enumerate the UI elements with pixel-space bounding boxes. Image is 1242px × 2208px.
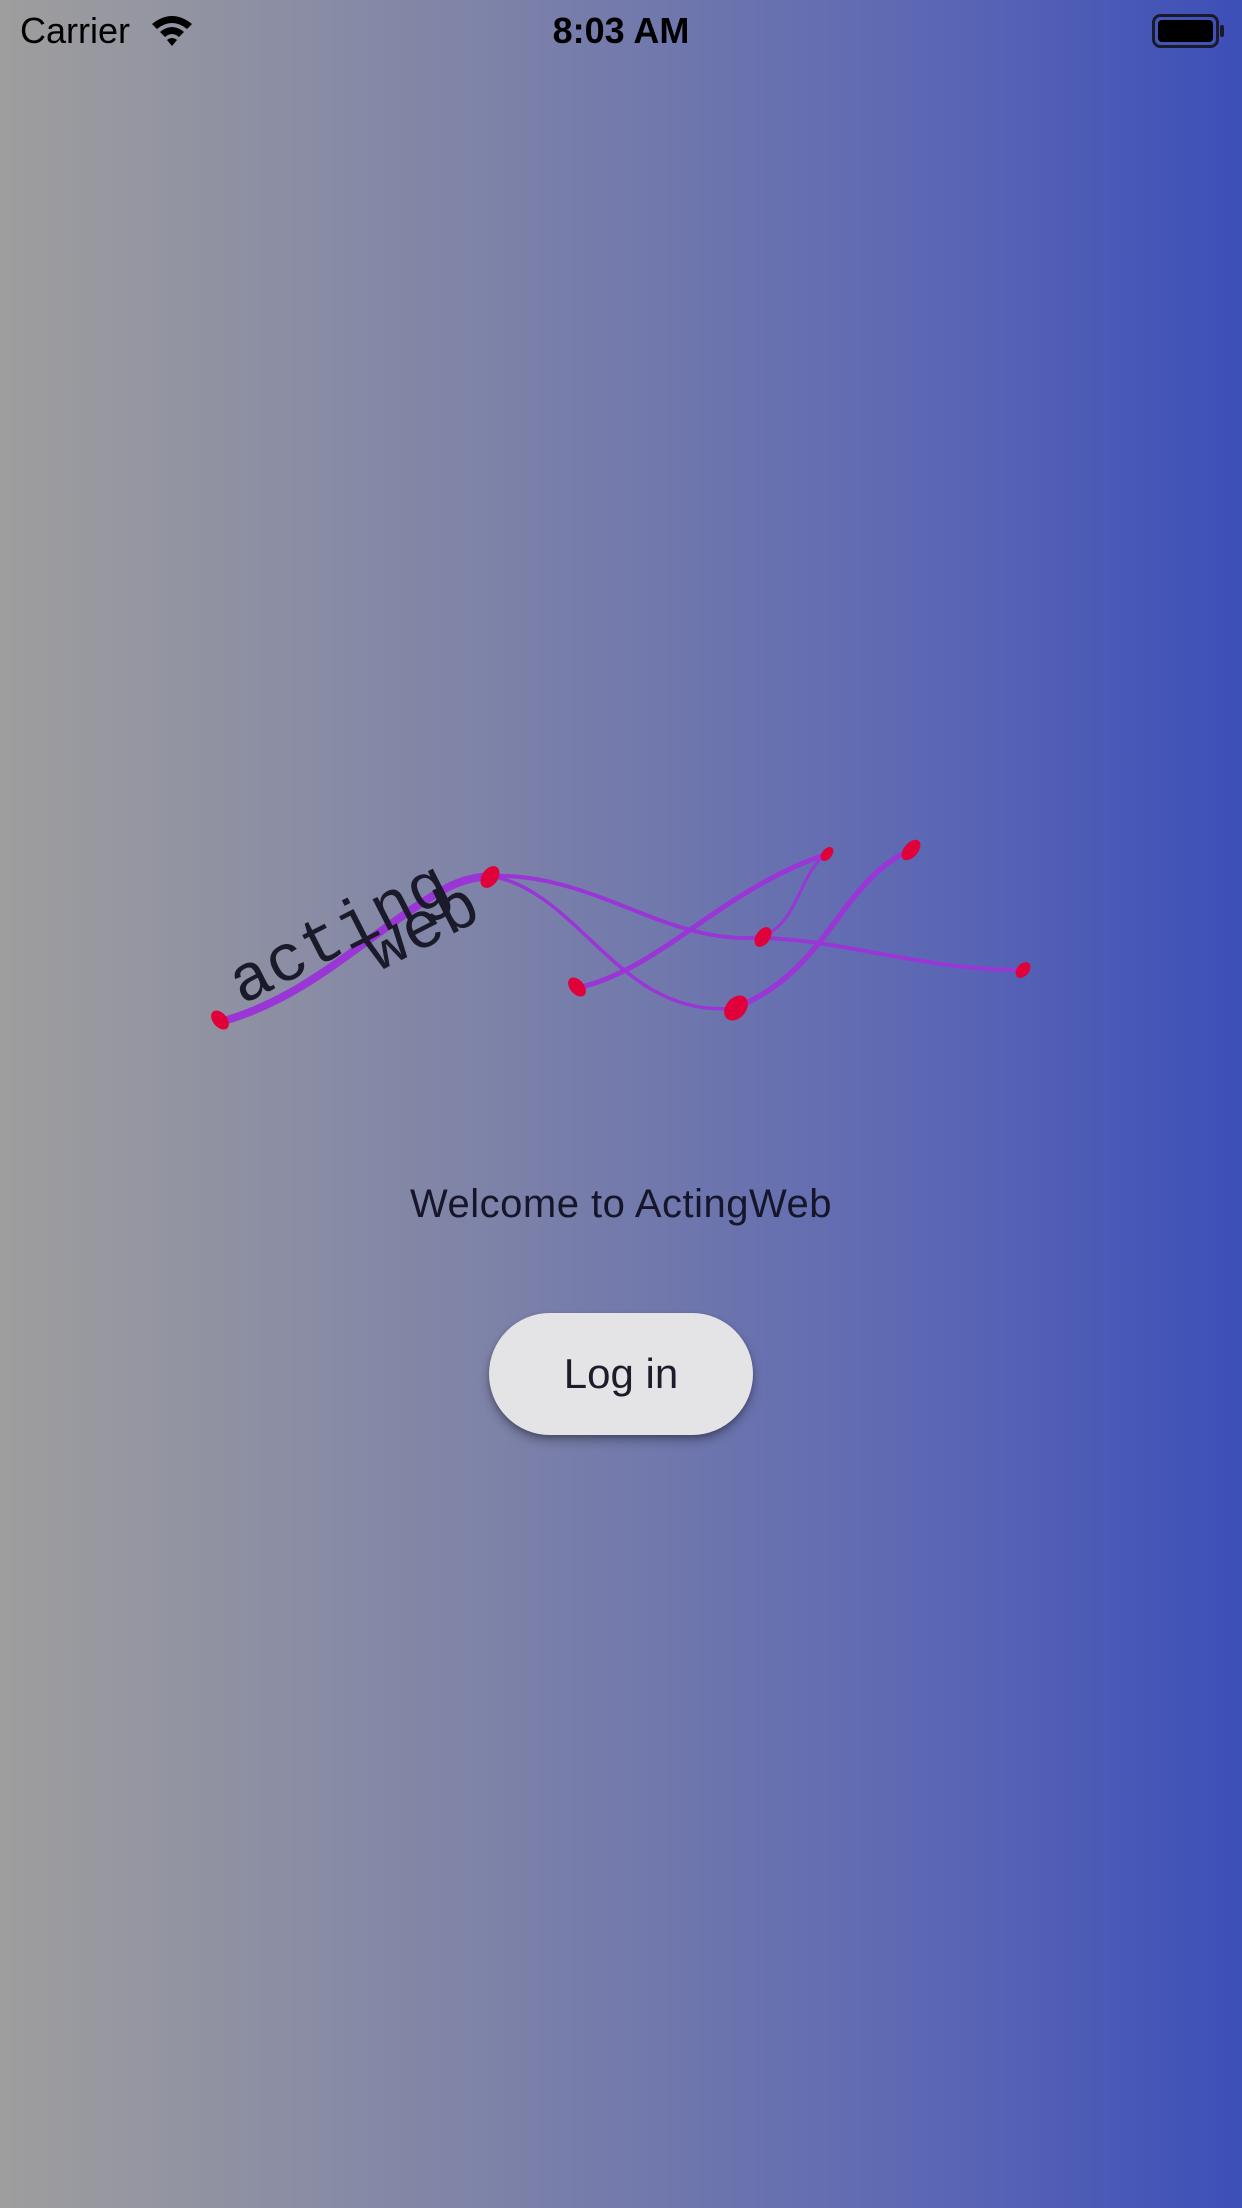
login-button[interactable]: Log in [489,1313,753,1435]
status-time: 8:03 AM [552,10,690,51]
status-bar: Carrier 8:03 AM [0,0,1242,62]
app-screen: Carrier 8:03 AM acting web Welcome to Ac… [0,0,1242,2208]
battery-full-icon [1152,14,1224,48]
logo-line-2 [488,874,737,1011]
welcome-text: Welcome to ActingWeb [409,1182,833,1226]
logo-line-3 [574,851,830,991]
actingweb-logo: acting web [211,839,1031,1030]
logo-node [901,839,921,861]
